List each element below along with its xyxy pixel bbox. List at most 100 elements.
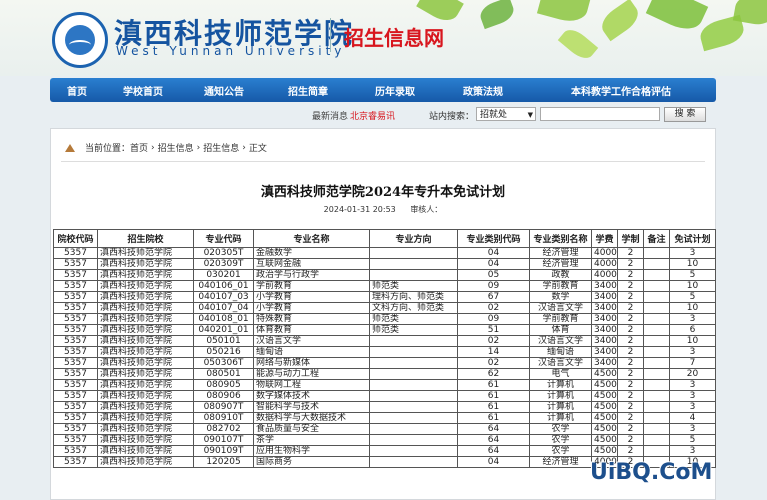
- table-cell: 2: [617, 291, 644, 303]
- table-cell: 5357: [53, 324, 98, 336]
- column-header: 学费: [591, 229, 618, 248]
- table-cell: 师范类: [369, 280, 458, 292]
- nav-teaching-evaluation[interactable]: 本科教学工作合格评估: [526, 83, 716, 98]
- table-cell: 040201_01: [193, 324, 254, 336]
- table-cell: 3: [669, 313, 716, 325]
- table-cell: 滇西科技师范学院: [97, 434, 194, 446]
- table-cell: 4500: [591, 412, 618, 424]
- table-cell: 小学教育: [253, 302, 370, 314]
- table-cell: 2: [617, 324, 644, 336]
- table-cell: 040108_01: [193, 313, 254, 325]
- main-nav: 首页 学校首页 通知公告 招生简章 历年录取 政策法规 本科教学工作合格评估: [50, 78, 716, 102]
- table-cell: 计算机: [529, 390, 592, 402]
- table-row: 5357 滇西科技师范学院 050216 缅甸语 14 缅甸语 3400 2 3: [53, 346, 716, 358]
- table-cell: 2: [617, 269, 644, 281]
- table-cell: 4000: [591, 269, 618, 281]
- breadcrumb-home[interactable]: 首页: [130, 141, 148, 154]
- table-row: 5357 滇西科技师范学院 080501 能源与动力工程 62 电气 4500 2 20: [53, 368, 716, 380]
- latest-news-link[interactable]: 北京睿易讯: [350, 109, 395, 122]
- nav-policies[interactable]: 政策法规: [440, 83, 526, 98]
- nav-admission-guide[interactable]: 招生简章: [266, 83, 350, 98]
- search-button[interactable]: 搜 索: [664, 107, 706, 122]
- table-cell: 050306T: [193, 357, 254, 369]
- table-cell: 14: [457, 346, 530, 358]
- table-cell: 数学: [529, 291, 592, 303]
- table-cell: [369, 390, 458, 402]
- table-cell: 经济管理: [529, 456, 592, 468]
- table-cell: [643, 247, 670, 259]
- table-cell: 080907T: [193, 401, 254, 413]
- breadcrumb-admission-info[interactable]: 招生信息: [158, 141, 194, 154]
- column-header: 备注: [643, 229, 670, 248]
- table-cell: 02: [457, 357, 530, 369]
- search-bar: 最新消息 北京睿易讯 站内搜索： 招就处 ▼ 搜 索: [0, 106, 767, 124]
- table-cell: 2: [617, 346, 644, 358]
- table-cell: 农学: [529, 423, 592, 435]
- nav-home[interactable]: 首页: [50, 83, 104, 98]
- table-cell: 政教: [529, 269, 592, 281]
- table-cell: 082702: [193, 423, 254, 435]
- table-cell: 050216: [193, 346, 254, 358]
- table-cell: 64: [457, 423, 530, 435]
- table-cell: 09: [457, 313, 530, 325]
- table-cell: 2: [617, 379, 644, 391]
- table-cell: 4: [669, 412, 716, 424]
- column-header: 专业类别名称: [529, 229, 592, 248]
- table-cell: 滇西科技师范学院: [97, 357, 194, 369]
- table-cell: 3400: [591, 324, 618, 336]
- table-cell: 物联网工程: [253, 379, 370, 391]
- table-cell: 汉语言文学: [529, 357, 592, 369]
- table-cell: 5357: [53, 456, 98, 468]
- admission-plan-table-wrap: 院校代码 招生院校 专业代码 专业名称 专业方向 专业类别代码 专业类别名称 学费 学制 备注 免试…: [53, 229, 717, 468]
- table-cell: [369, 357, 458, 369]
- breadcrumb: 当前位置： 首页 › 招生信息 › 招生信息 › 正文: [65, 141, 267, 154]
- table-row: 5357 滇西科技师范学院 040106_01 学前教育 师范类 09 学前教育 3400 2 1…: [53, 280, 716, 292]
- table-cell: 040107_03: [193, 291, 254, 303]
- breadcrumb-separator: ›: [151, 142, 155, 153]
- breadcrumb-prefix: 当前位置：: [85, 144, 131, 154]
- table-cell: [643, 379, 670, 391]
- table-cell: 62: [457, 368, 530, 380]
- table-cell: 67: [457, 291, 530, 303]
- table-cell: 5357: [53, 445, 98, 457]
- table-cell: [369, 247, 458, 259]
- divider: [61, 161, 705, 162]
- table-cell: 滇西科技师范学院: [97, 456, 194, 468]
- table-cell: 4000: [591, 258, 618, 270]
- table-cell: 4000: [591, 247, 618, 259]
- search-input[interactable]: [540, 107, 660, 121]
- table-cell: 滇西科技师范学院: [97, 423, 194, 435]
- article-title: 滇西科技师范学院2024年专升本免试计划: [260, 185, 506, 200]
- nav-school-home[interactable]: 学校首页: [104, 83, 182, 98]
- table-cell: 国际商务: [253, 456, 370, 468]
- table-cell: 120205: [193, 456, 254, 468]
- search-scope-select[interactable]: 招就处 ▼: [476, 107, 536, 121]
- column-header: 专业代码: [193, 229, 254, 248]
- table-cell: 5357: [53, 302, 98, 314]
- leaf-decoration: [645, 0, 709, 36]
- table-cell: 5357: [53, 258, 98, 270]
- table-cell: 61: [457, 412, 530, 424]
- table-cell: 数据科学与大数据技术: [253, 412, 370, 424]
- table-cell: 2: [617, 423, 644, 435]
- breadcrumb-current: 正文: [248, 144, 267, 154]
- table-cell: 农学: [529, 445, 592, 457]
- table-cell: 滇西科技师范学院: [97, 302, 194, 314]
- header-divider: [330, 18, 331, 52]
- table-cell: [643, 390, 670, 402]
- table-row: 5357 滇西科技师范学院 040201_01 体育教育 师范类 51 体育 3400 2 6: [53, 324, 716, 336]
- column-header: 专业类别代码: [457, 229, 530, 248]
- content-panel: 当前位置： 首页 › 招生信息 › 招生信息 › 正文 滇西科技师范学院2024…: [50, 128, 716, 500]
- table-cell: 3400: [591, 346, 618, 358]
- nav-past-admissions[interactable]: 历年录取: [350, 83, 440, 98]
- table-cell: 6: [669, 324, 716, 336]
- breadcrumb-admission-info-2[interactable]: 招生信息: [203, 141, 239, 154]
- nav-notices[interactable]: 通知公告: [182, 83, 266, 98]
- table-row: 5357 滇西科技师范学院 090109T 应用生物科学 64 农学 4500 2 3: [53, 445, 716, 457]
- table-cell: 计算机: [529, 379, 592, 391]
- table-cell: 5: [669, 269, 716, 281]
- article-date: 2024-01-31 20:53: [323, 205, 396, 214]
- table-cell: 3400: [591, 313, 618, 325]
- university-seal-icon[interactable]: [52, 12, 108, 68]
- table-row: 5357 滇西科技师范学院 020305T 金融数学 04 经济管理 4000 2 3: [53, 247, 716, 259]
